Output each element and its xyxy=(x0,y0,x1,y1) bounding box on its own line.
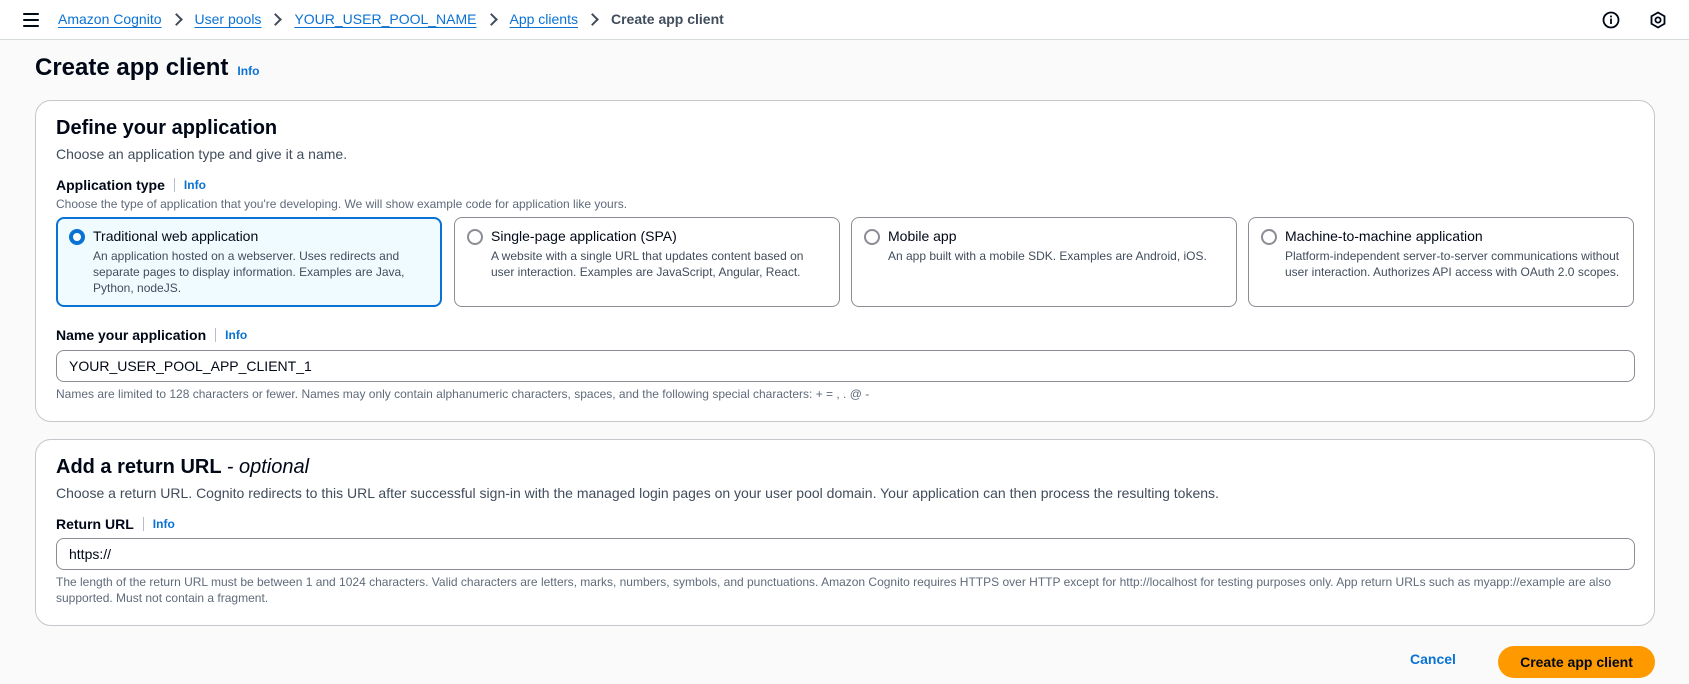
radio-machine-to-machine-application[interactable] xyxy=(1261,229,1277,245)
create-app-client-button[interactable]: Create app client xyxy=(1498,646,1655,678)
define-application-title: Define your application xyxy=(56,117,278,139)
application-type-info-link[interactable]: Info xyxy=(184,178,206,192)
application-name-input[interactable] xyxy=(56,350,1635,382)
return-url-title-text: Add a return URL xyxy=(56,456,222,478)
radio-traditional-web-application[interactable] xyxy=(69,229,85,245)
tile-title: Traditional web application xyxy=(93,228,259,244)
tile-title: Single-page application (SPA) xyxy=(491,228,677,244)
tile-machine-to-machine-application[interactable]: Machine-to-machine application Platform-… xyxy=(1248,217,1634,307)
tile-description: Platform-independent server-to-server co… xyxy=(1285,249,1620,279)
tile-description: An app built with a mobile SDK. Examples… xyxy=(888,249,1207,263)
application-type-label: Application type xyxy=(56,177,165,193)
top-navigation-bar: Amazon Cognito User pools YOUR_USER_POOL… xyxy=(0,0,1689,40)
chevron-right-icon xyxy=(586,12,599,26)
hamburger-menu-icon[interactable] xyxy=(23,13,39,27)
application-name-hint: Names are limited to 128 characters or f… xyxy=(56,387,870,401)
breadcrumb-amazon-cognito[interactable]: Amazon Cognito xyxy=(58,11,162,27)
define-application-description: Choose an application type and give it a… xyxy=(56,146,348,162)
radio-single-page-application[interactable] xyxy=(467,229,483,245)
radio-mobile-app[interactable] xyxy=(864,229,880,245)
name-application-info-link[interactable]: Info xyxy=(225,328,247,342)
return-url-label: Return URL xyxy=(56,516,134,532)
page-info-link[interactable]: Info xyxy=(237,64,259,78)
define-application-container: Define your application Choose an applic… xyxy=(35,100,1655,422)
breadcrumb-user-pools[interactable]: User pools xyxy=(195,11,262,27)
return-url-input[interactable] xyxy=(56,538,1635,570)
return-url-hint: The length of the return URL must be bet… xyxy=(56,575,1611,605)
name-application-label-row: Name your application Info xyxy=(56,327,247,343)
breadcrumb-user-pool-name[interactable]: YOUR_USER_POOL_NAME xyxy=(294,11,476,27)
return-url-container: Add a return URL - optional Choose a ret… xyxy=(35,439,1655,626)
return-url-label-row: Return URL Info xyxy=(56,516,175,532)
name-application-label: Name your application xyxy=(56,327,207,343)
tile-title: Mobile app xyxy=(888,228,957,244)
application-type-hint: Choose the type of application that you'… xyxy=(56,197,628,211)
tile-traditional-web-application[interactable]: Traditional web application An applicati… xyxy=(56,217,442,307)
return-url-info-link[interactable]: Info xyxy=(153,517,175,531)
tile-mobile-app[interactable]: Mobile app An app built with a mobile SD… xyxy=(851,217,1237,307)
return-url-optional: - optional xyxy=(226,456,310,478)
tile-description: A website with a single URL that updates… xyxy=(491,249,804,279)
label-divider xyxy=(215,328,217,342)
chevron-right-icon xyxy=(169,12,183,26)
chevron-right-icon xyxy=(484,12,498,26)
chevron-right-icon xyxy=(269,12,283,26)
page-header: Create app client Info xyxy=(35,54,259,82)
return-url-title: Add a return URL - optional xyxy=(56,456,309,479)
label-divider xyxy=(173,178,175,192)
info-circle-icon[interactable] xyxy=(1602,11,1620,29)
tile-single-page-application[interactable]: Single-page application (SPA) A website … xyxy=(454,217,840,307)
settings-hex-icon[interactable] xyxy=(1649,11,1667,29)
application-type-label-row: Application type Info xyxy=(56,177,206,193)
breadcrumb-current: Create app client xyxy=(610,11,724,27)
breadcrumb: Amazon Cognito User pools YOUR_USER_POOL… xyxy=(58,11,724,27)
page-title: Create app client xyxy=(35,54,229,81)
breadcrumb-app-clients[interactable]: App clients xyxy=(510,11,578,27)
label-divider xyxy=(142,517,144,531)
cancel-button[interactable]: Cancel xyxy=(1410,651,1456,667)
tile-title: Machine-to-machine application xyxy=(1285,228,1483,244)
return-url-description: Choose a return URL. Cognito redirects t… xyxy=(56,485,1219,501)
tile-description: An application hosted on a webserver. Us… xyxy=(93,249,405,295)
